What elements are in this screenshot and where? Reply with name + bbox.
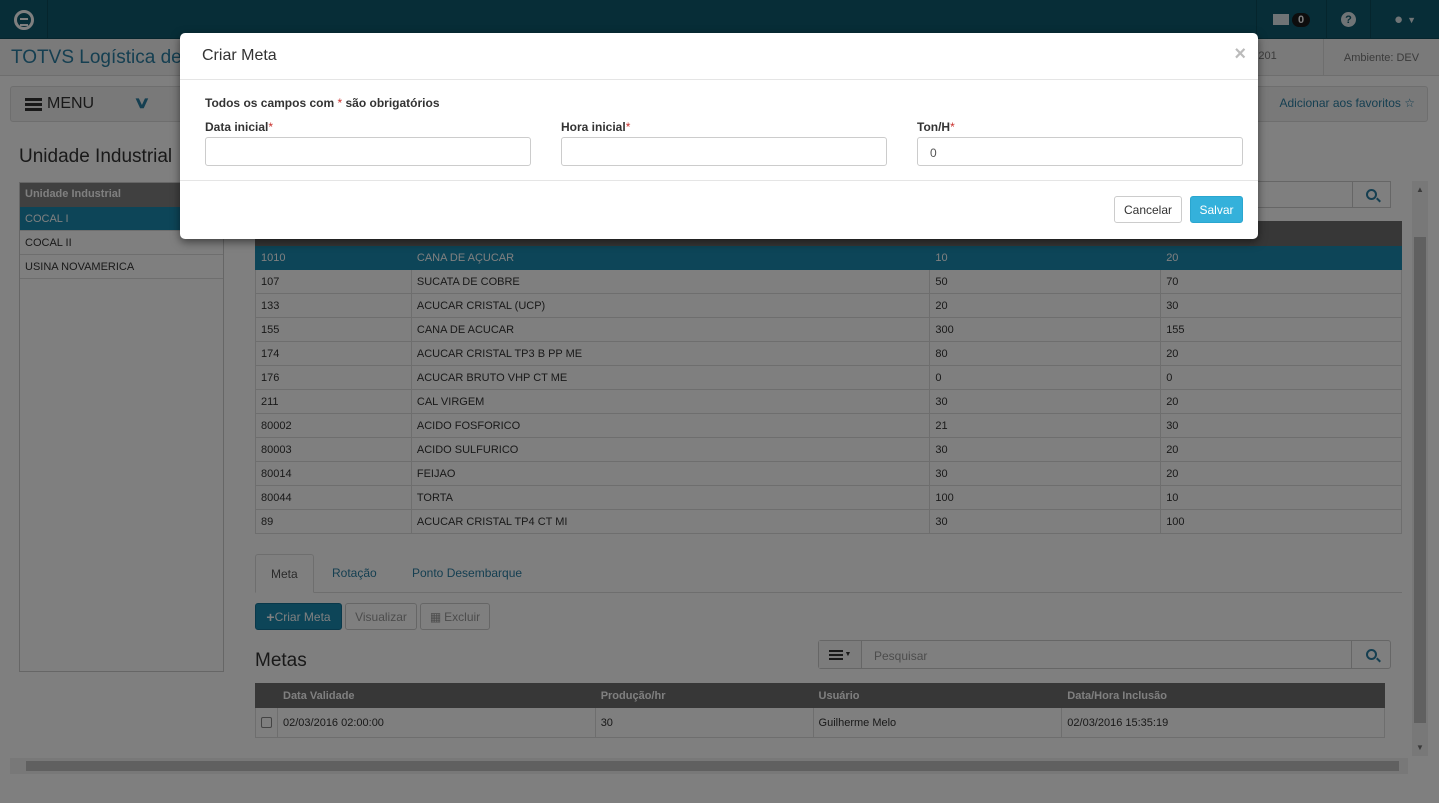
dialog-header: Criar Meta ×	[180, 33, 1258, 80]
ton-per-hour-field[interactable]: 0	[917, 137, 1243, 166]
start-date-label: Data inicial*	[205, 120, 274, 134]
dialog-title: Criar Meta	[202, 47, 277, 64]
start-time-field[interactable]	[561, 137, 887, 166]
dialog-body: Todos os campos com * são obrigatórios D…	[180, 80, 1258, 181]
required-fields-note: Todos os campos com * são obrigatórios	[205, 96, 440, 110]
create-meta-dialog: Criar Meta × Todos os campos com * são o…	[180, 33, 1258, 239]
start-time-label: Hora inicial*	[561, 120, 631, 134]
start-date-field[interactable]	[205, 137, 531, 166]
cancel-button[interactable]: Cancelar	[1114, 196, 1182, 223]
ton-per-hour-label: Ton/H*	[917, 120, 955, 134]
dialog-footer: Cancelar Salvar	[180, 181, 1258, 239]
close-icon[interactable]: ×	[1234, 43, 1246, 66]
save-button[interactable]: Salvar	[1190, 196, 1243, 223]
